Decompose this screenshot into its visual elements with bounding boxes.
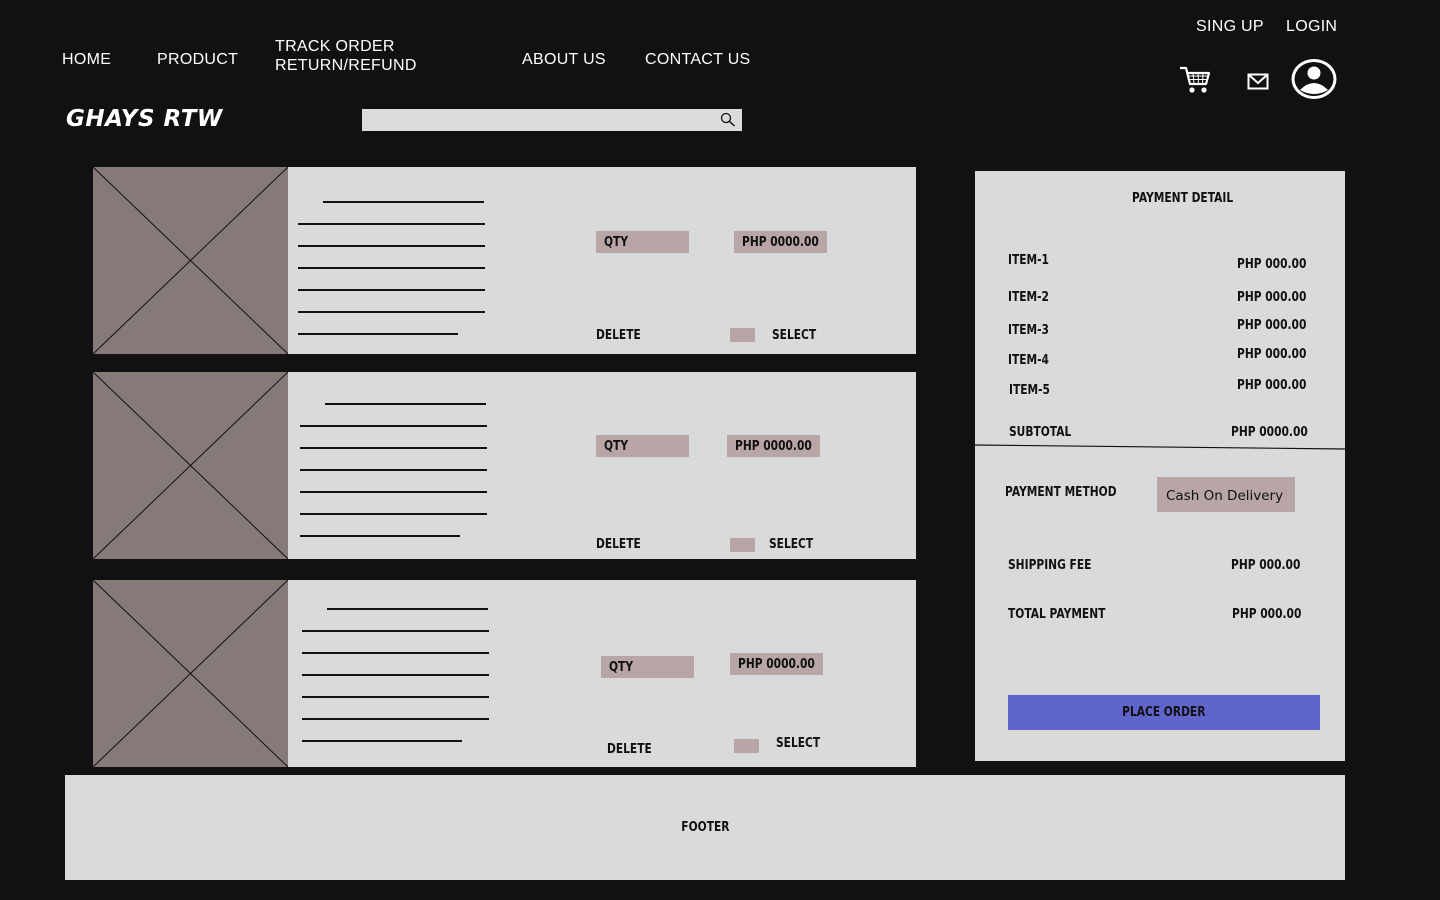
shipping-fee-label: SHIPPING FEE	[1008, 558, 1092, 573]
price-value: PHP 0000.00	[735, 438, 812, 454]
select-label[interactable]: SELECT	[772, 328, 816, 343]
payment-method-value: Cash On Delivery	[1166, 488, 1284, 504]
item-amount: PHP 000.00	[1237, 257, 1307, 272]
qty-label: QTY	[604, 438, 629, 454]
item-amount: PHP 000.00	[1237, 378, 1307, 393]
shipping-fee-amount: PHP 000.00	[1231, 558, 1301, 573]
delete-button[interactable]: DELETE	[607, 742, 652, 757]
place-order-label: PLACE ORDER	[1122, 705, 1206, 720]
nav-track-line2: RETURN/REFUND	[275, 57, 417, 74]
item-label: ITEM-1	[1008, 253, 1049, 268]
price-value: PHP 0000.00	[738, 656, 815, 672]
qty-label: QTY	[609, 659, 634, 675]
product-image-placeholder	[93, 167, 288, 354]
payment-method-label: PAYMENT METHOD	[1005, 485, 1117, 500]
nav-track-order[interactable]: TRACK ORDER RETURN/REFUND	[275, 37, 417, 75]
signup-link[interactable]: SING UP	[1196, 18, 1264, 36]
select-label[interactable]: SELECT	[776, 736, 820, 751]
nav-about[interactable]: ABOUT US	[522, 51, 606, 69]
nav-track-line1: TRACK ORDER	[275, 38, 395, 55]
total-payment-label: TOTAL PAYMENT	[1008, 607, 1106, 622]
select-checkbox[interactable]	[730, 538, 755, 552]
subtotal-label: SUBTOTAL	[1009, 425, 1072, 440]
item-label: ITEM-3	[1008, 323, 1049, 338]
footer-label: FOOTER	[680, 820, 730, 835]
item-label: ITEM-4	[1008, 353, 1049, 368]
cart-icon[interactable]	[1178, 64, 1214, 96]
select-checkbox[interactable]	[730, 328, 755, 342]
cart-item-card: QTY PHP 0000.00 DELETE SELECT	[93, 580, 916, 767]
select-checkbox[interactable]	[734, 739, 759, 753]
brand-logo[interactable]: GHAYS RTW	[66, 106, 223, 132]
search-input[interactable]	[362, 109, 702, 131]
footer: FOOTER	[65, 775, 1345, 880]
qty-field[interactable]: QTY	[601, 656, 694, 678]
item-amount: PHP 000.00	[1237, 347, 1307, 362]
delete-button[interactable]: DELETE	[596, 328, 641, 343]
item-amount: PHP 000.00	[1237, 290, 1307, 305]
cart-item-card: QTY PHP 0000.00 DELETE SELECT	[93, 372, 916, 559]
price-tag: PHP 0000.00	[734, 231, 827, 253]
panel-divider	[975, 444, 1345, 450]
payment-detail-panel: PAYMENT DETAIL ITEM-1 PHP 000.00 ITEM-2 …	[975, 171, 1345, 761]
price-tag: PHP 0000.00	[730, 653, 823, 675]
mail-icon[interactable]	[1247, 73, 1269, 90]
magnifier-icon[interactable]	[718, 110, 738, 130]
product-image-placeholder	[93, 580, 288, 767]
place-order-button[interactable]: PLACE ORDER	[1008, 695, 1320, 730]
qty-field[interactable]: QTY	[596, 435, 689, 457]
price-tag: PHP 0000.00	[727, 435, 820, 457]
user-avatar-icon[interactable]	[1290, 57, 1338, 101]
product-image-placeholder	[93, 372, 288, 559]
cart-item-card: QTY PHP 0000.00 DELETE SELECT	[93, 167, 916, 354]
total-payment-amount: PHP 000.00	[1232, 607, 1302, 622]
price-value: PHP 0000.00	[742, 234, 819, 250]
login-link[interactable]: LOGIN	[1286, 18, 1337, 36]
nav-contact[interactable]: CONTACT US	[645, 51, 751, 69]
item-amount: PHP 000.00	[1237, 318, 1307, 333]
qty-label: QTY	[604, 234, 629, 250]
payment-method-select[interactable]: Cash On Delivery	[1157, 477, 1295, 512]
payment-title: PAYMENT DETAIL	[1132, 191, 1234, 206]
qty-field[interactable]: QTY	[596, 231, 689, 253]
nav-product[interactable]: PRODUCT	[157, 51, 238, 69]
item-label: ITEM-5	[1009, 383, 1050, 398]
subtotal-amount: PHP 0000.00	[1231, 425, 1308, 440]
delete-button[interactable]: DELETE	[596, 537, 641, 552]
search-bar	[362, 109, 742, 131]
nav-home[interactable]: HOME	[62, 51, 111, 69]
item-label: ITEM-2	[1008, 290, 1049, 305]
select-label[interactable]: SELECT	[769, 537, 813, 552]
